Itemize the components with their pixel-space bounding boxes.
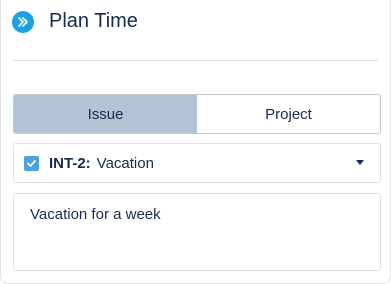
issue-project-toggle: Issue Project [13,94,381,134]
issue-key: INT-2: [49,154,91,172]
plan-time-panel: Plan Time Issue Project INT-2: Vacation … [0,0,391,284]
issue-checkbox[interactable] [24,155,39,171]
double-chevron-right-icon[interactable] [12,10,34,33]
issue-select[interactable]: INT-2: Vacation [13,143,381,183]
issue-summary: Vacation [96,154,154,172]
chevron-down-icon[interactable] [356,160,364,165]
page-title: Plan Time [49,10,138,32]
issue-toggle-button[interactable]: Issue [14,95,197,133]
project-toggle-button[interactable]: Project [197,95,380,133]
checkmark-icon [27,159,36,167]
description-textarea[interactable]: Vacation for a week [13,193,381,271]
header-divider [13,60,378,61]
panel-header: Plan Time [12,10,138,33]
